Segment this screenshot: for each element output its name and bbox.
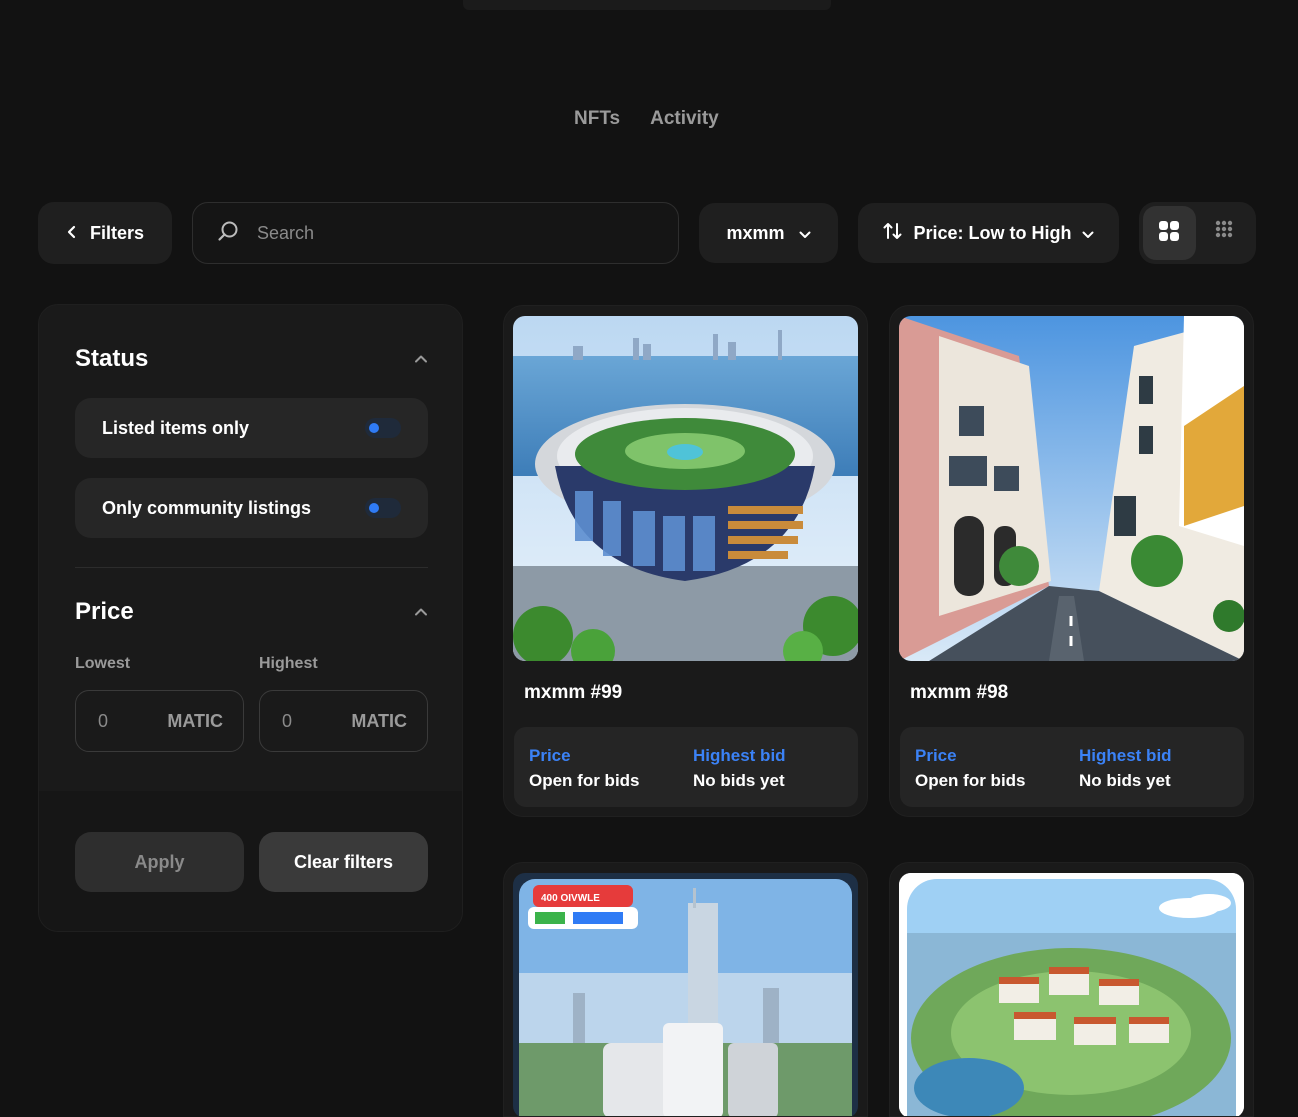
tab-nfts[interactable]: NFTs	[574, 108, 620, 130]
switch-knob	[369, 503, 379, 513]
highest-price-input[interactable]	[282, 710, 332, 732]
clear-filters-button[interactable]: Clear filters	[259, 832, 428, 892]
highest-bid-label: Highest bid	[693, 746, 786, 765]
nft-image	[513, 316, 858, 661]
apply-button[interactable]: Apply	[75, 832, 244, 892]
nft-image	[899, 873, 1244, 1116]
nft-price-box: Price Open for bids Highest bid No bids …	[900, 727, 1244, 807]
highest-bid-value: No bids yet	[1079, 771, 1171, 790]
community-listings-switch[interactable]	[365, 498, 401, 518]
collection-label: mxmm	[726, 222, 785, 243]
highest-bid-value: No bids yet	[693, 771, 785, 790]
divider	[75, 567, 428, 568]
grid-large-button[interactable]	[1143, 206, 1196, 260]
filters-label: Filters	[89, 222, 145, 243]
toggle-listed-items[interactable]: Listed items only	[75, 398, 428, 458]
tab-activity[interactable]: Activity	[650, 108, 719, 130]
listed-items-switch[interactable]	[365, 418, 401, 438]
chevron-left-icon	[66, 223, 78, 244]
price-value: Open for bids	[529, 771, 640, 790]
filters-sidebar: Status Listed items only Only community …	[38, 304, 463, 932]
collection-dropdown[interactable]: mxmm	[699, 203, 838, 263]
search-box[interactable]	[192, 202, 679, 264]
svg-text:400 OIVWLE: 400 OIVWLE	[541, 893, 600, 904]
toggle-label: Only community listings	[102, 497, 312, 518]
price-label: Price	[529, 746, 571, 765]
nft-title: mxmm #98	[910, 682, 1009, 703]
nft-image: 400 OIVWLE	[513, 873, 858, 1116]
highest-bid-label: Highest bid	[1079, 746, 1172, 765]
nft-card[interactable]: mxmm #99 Price Open for bids Highest bid…	[503, 305, 868, 817]
top-strip	[463, 0, 831, 10]
sort-dropdown[interactable]: Price: Low to High	[858, 203, 1119, 263]
status-title: Status	[75, 345, 149, 372]
sort-label: Price: Low to High	[913, 222, 1072, 243]
tabs-bar: NFTs Activity	[574, 108, 719, 130]
currency-unit: MATIC	[167, 710, 223, 731]
currency-unit: MATIC	[351, 710, 407, 731]
price-title: Price	[75, 598, 134, 625]
chevron-up-icon	[414, 603, 428, 621]
highest-price-field[interactable]: MATIC	[259, 690, 428, 752]
chevron-down-icon	[799, 223, 811, 244]
grid-small-button[interactable]	[1200, 206, 1253, 260]
price-label: Price	[915, 746, 957, 765]
price-section-header[interactable]: Price	[75, 598, 428, 626]
highest-label: Highest	[259, 655, 318, 672]
nft-title: mxmm #99	[524, 682, 623, 703]
chevron-up-icon	[414, 350, 428, 368]
chevron-down-icon	[1082, 223, 1094, 244]
lowest-label: Lowest	[75, 655, 131, 672]
search-icon	[217, 220, 239, 247]
status-section-header[interactable]: Status	[75, 345, 428, 373]
grid-small-icon	[1215, 220, 1237, 247]
filters-button[interactable]: Filters	[38, 202, 172, 264]
view-toggle	[1139, 202, 1256, 264]
grid-large-icon	[1158, 220, 1180, 247]
toggle-community-listings[interactable]: Only community listings	[75, 478, 428, 538]
toggle-label: Listed items only	[102, 417, 250, 438]
sort-arrows-icon	[883, 222, 903, 245]
nft-price-box: Price Open for bids Highest bid No bids …	[514, 727, 858, 807]
switch-knob	[369, 423, 379, 433]
price-value: Open for bids	[915, 771, 1026, 790]
nft-card[interactable]: 400 OIVWLE	[503, 862, 868, 1117]
search-input[interactable]	[257, 222, 637, 244]
nft-image	[899, 316, 1244, 661]
nft-card[interactable]	[889, 862, 1254, 1117]
lowest-price-field[interactable]: MATIC	[75, 690, 244, 752]
nft-card[interactable]: mxmm #98 Price Open for bids Highest bid…	[889, 305, 1254, 817]
lowest-price-input[interactable]	[98, 710, 148, 732]
